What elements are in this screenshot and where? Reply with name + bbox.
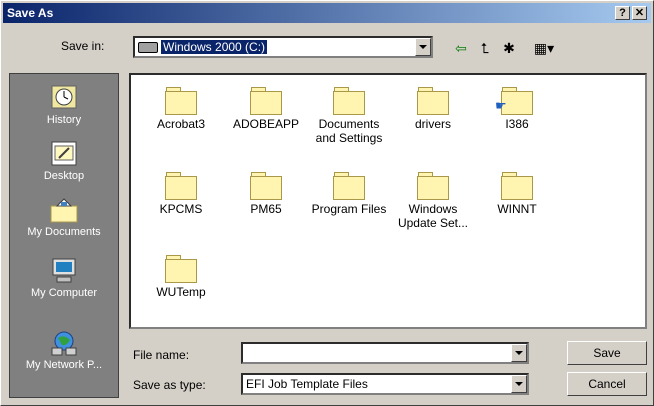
save-button[interactable]: Save [567, 341, 647, 365]
place-desktop[interactable]: Desktop [10, 140, 118, 182]
folder-icon [165, 87, 197, 115]
save-in-value: Windows 2000 (C:) [138, 40, 268, 54]
save-as-type-value: EFI Job Template Files [246, 377, 368, 391]
folder-item[interactable]: drivers [393, 87, 473, 131]
folder-label: KPCMS [159, 202, 203, 216]
folder-label: Acrobat3 [156, 117, 206, 131]
folder-label: PM65 [250, 202, 282, 216]
hand-icon: ☛ [495, 98, 507, 113]
shared-folder-icon: ☛ [495, 87, 533, 115]
places-bar: History Desktop My Documents My Computer… [9, 73, 119, 398]
folder-icon [333, 87, 365, 115]
place-label: My Computer [30, 287, 98, 299]
folder-label: Windows Update Set... [397, 202, 469, 230]
views-menu-icon[interactable]: ▦▾ [529, 39, 559, 57]
file-list[interactable]: Acrobat3 ADOBEAPP Documents and Settings… [129, 73, 647, 329]
my-network-places-icon [49, 329, 79, 357]
save-as-type-dropdown-button[interactable] [511, 375, 527, 393]
desktop-icon [49, 140, 79, 168]
help-button[interactable]: ? [615, 6, 630, 20]
folder-icon [250, 172, 282, 200]
place-my-documents[interactable]: My Documents [10, 196, 118, 238]
place-label: Desktop [43, 170, 85, 182]
close-button[interactable]: ✕ [632, 6, 647, 20]
new-folder-icon[interactable]: ✱ [499, 39, 519, 57]
back-icon[interactable]: ⇦ [451, 39, 471, 57]
drive-icon [138, 42, 158, 54]
folder-item[interactable]: WINNT [477, 172, 557, 216]
folder-icon [250, 87, 282, 115]
place-label: History [46, 114, 82, 126]
up-folder-icon[interactable]: ⮤ [475, 39, 495, 57]
place-my-computer[interactable]: My Computer [10, 257, 118, 299]
title-bar[interactable]: Save As ? ✕ [3, 3, 651, 23]
folder-item[interactable]: ☛ I386 [477, 87, 557, 131]
save-in-dropdown-button[interactable] [415, 38, 431, 56]
folder-icon [333, 172, 365, 200]
folder-label: WINNT [497, 202, 537, 216]
folder-item[interactable]: Acrobat3 [141, 87, 221, 131]
folder-icon [501, 172, 533, 200]
folder-label: I386 [505, 117, 529, 131]
folder-label: Program Files [311, 202, 387, 216]
my-computer-icon [49, 257, 79, 285]
save-as-type-dropdown[interactable]: EFI Job Template Files [241, 373, 529, 395]
folder-icon [165, 255, 197, 283]
place-label: My Network P... [25, 359, 103, 371]
file-name-dropdown-button[interactable] [511, 344, 527, 362]
folder-label: ADOBEAPP [232, 117, 300, 131]
place-my-network-places[interactable]: My Network P... [10, 329, 118, 371]
folder-item[interactable]: Documents and Settings [309, 87, 389, 145]
window-title: Save As [7, 6, 54, 20]
place-label: My Documents [27, 226, 101, 238]
save-in-dropdown[interactable]: Windows 2000 (C:) [133, 36, 433, 58]
folder-icon [417, 87, 449, 115]
file-name-input[interactable] [241, 342, 529, 364]
cancel-button[interactable]: Cancel [567, 372, 647, 396]
save-in-label: Save in: [61, 39, 105, 53]
save-as-dialog: Save As ? ✕ Save in: Windows 2000 (C:) ⇦… [0, 0, 654, 406]
folder-item[interactable]: ADOBEAPP [226, 87, 306, 131]
place-history[interactable]: History [10, 84, 118, 126]
save-as-type-label: Save as type: [133, 378, 206, 392]
folder-label: Documents and Settings [315, 117, 383, 145]
history-icon [49, 84, 79, 112]
folder-item[interactable]: PM65 [226, 172, 306, 216]
file-name-label: File name: [133, 348, 190, 362]
folder-item[interactable]: WUTemp [141, 255, 221, 299]
folder-icon [417, 172, 449, 200]
folder-label: drivers [414, 117, 451, 131]
my-documents-icon [49, 196, 79, 224]
folder-item[interactable]: Windows Update Set... [393, 172, 473, 230]
folder-item[interactable]: Program Files [309, 172, 389, 216]
folder-label: WUTemp [156, 285, 206, 299]
folder-item[interactable]: KPCMS [141, 172, 221, 216]
folder-icon [165, 172, 197, 200]
